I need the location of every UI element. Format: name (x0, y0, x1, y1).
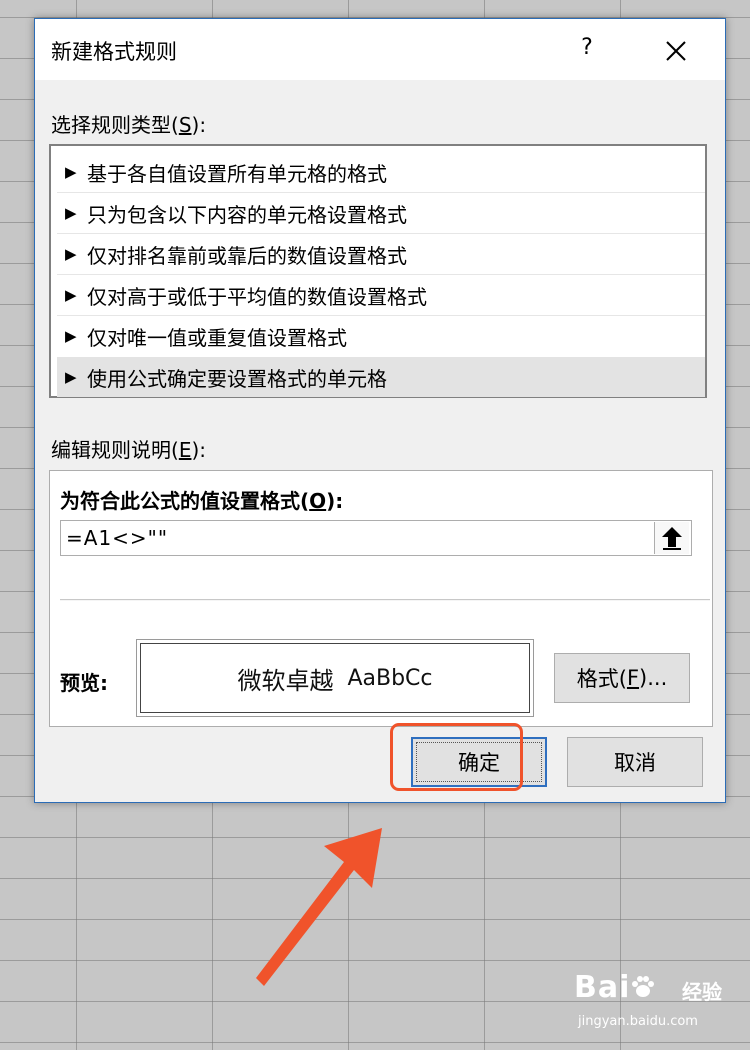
baidu-jingyan-watermark: Bai 经验 jingyan.baidu.com (574, 970, 744, 1040)
watermark-url: jingyan.baidu.com (578, 1014, 698, 1029)
watermark-suffix: 经验 (682, 980, 722, 1004)
watermark-logo: Bai (574, 970, 656, 1005)
pointer-arrow-annotation (256, 828, 382, 986)
arrow-icon (256, 828, 382, 986)
paw-icon (632, 976, 655, 997)
